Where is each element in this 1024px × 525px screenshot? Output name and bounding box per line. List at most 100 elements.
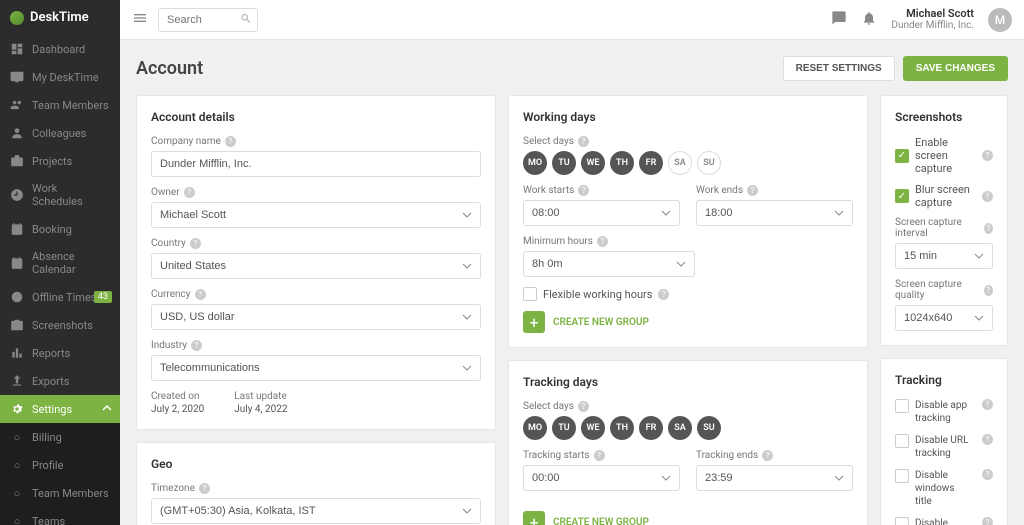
tracking-option-checkbox[interactable]	[895, 469, 909, 483]
help-icon[interactable]: ?	[982, 399, 993, 410]
enable-capture-checkbox[interactable]	[895, 149, 909, 163]
help-icon[interactable]: ?	[578, 136, 589, 147]
create-group-label[interactable]: CREATE NEW GROUP	[553, 517, 649, 525]
avatar[interactable]: M	[988, 8, 1012, 32]
sidebar-sub-profile[interactable]: ○Profile	[0, 451, 120, 479]
day-pill-sa[interactable]: SA	[668, 151, 692, 175]
chat-icon[interactable]	[831, 10, 847, 29]
hamburger-icon[interactable]	[132, 10, 148, 29]
help-icon[interactable]: ?	[578, 185, 589, 196]
sidebar-item-screenshots[interactable]: Screenshots	[0, 311, 120, 339]
owner-select[interactable]: Michael Scott	[151, 202, 481, 228]
day-pill-su[interactable]: SU	[697, 416, 721, 440]
card-title: Account details	[151, 110, 481, 124]
sidebar-item-workschedules[interactable]: Work Schedules	[0, 175, 120, 215]
help-icon[interactable]: ?	[982, 434, 993, 445]
work-ends-select[interactable]: 18:00	[696, 200, 853, 226]
min-hours-select[interactable]: 8h 0m	[523, 251, 695, 277]
day-pill-sa[interactable]: SA	[668, 416, 692, 440]
quality-select[interactable]: 1024x640	[895, 305, 993, 331]
search-icon[interactable]	[240, 12, 252, 27]
day-pill-su[interactable]: SU	[697, 151, 721, 175]
card-title: Screenshots	[895, 110, 993, 124]
help-icon[interactable]: ?	[982, 469, 993, 480]
help-icon[interactable]: ?	[594, 450, 605, 461]
flexible-checkbox[interactable]	[523, 287, 537, 301]
card-title: Working days	[523, 110, 853, 124]
sidebar-sub-billing[interactable]: ○Billing	[0, 423, 120, 451]
help-icon[interactable]: ?	[184, 187, 195, 198]
company-input[interactable]	[151, 151, 481, 177]
offline-icon	[10, 290, 24, 304]
day-pill-we[interactable]: WE	[581, 416, 605, 440]
sidebar-item-offline[interactable]: Offline Times43	[0, 283, 120, 311]
day-pill-mo[interactable]: MO	[523, 151, 547, 175]
tracking-option-checkbox[interactable]	[895, 434, 909, 448]
save-button[interactable]: SAVE CHANGES	[903, 56, 1008, 81]
help-icon[interactable]: ?	[195, 289, 206, 300]
sidebar-item-settings[interactable]: Settings	[0, 395, 120, 423]
tracking-option-checkbox[interactable]	[895, 517, 909, 525]
card-title: Tracking	[895, 373, 993, 387]
sidebar-item-mydesktime[interactable]: My DeskTime	[0, 63, 120, 91]
sidebar-item-colleagues[interactable]: Colleagues	[0, 119, 120, 147]
page-title: Account	[136, 58, 203, 79]
timezone-select[interactable]: (GMT+05:30) Asia, Kolkata, IST	[151, 498, 481, 524]
help-icon[interactable]: ?	[982, 191, 993, 202]
add-group-button[interactable]: +	[523, 311, 545, 333]
sidebar-sub-teams[interactable]: ○Teams	[0, 507, 120, 525]
day-pill-we[interactable]: WE	[581, 151, 605, 175]
help-icon[interactable]: ?	[984, 223, 993, 234]
day-pill-tu[interactable]: TU	[552, 151, 576, 175]
sidebar-item-dashboard[interactable]: Dashboard	[0, 35, 120, 63]
sidebar-item-reports[interactable]: Reports	[0, 339, 120, 367]
currency-select[interactable]: USD, US dollar	[151, 304, 481, 330]
account-details-card: Account details Company name? Owner?Mich…	[136, 95, 496, 430]
tracking-starts-select[interactable]: 00:00	[523, 465, 680, 491]
help-icon[interactable]: ?	[199, 483, 210, 494]
help-icon[interactable]: ?	[747, 185, 758, 196]
reset-button[interactable]: RESET SETTINGS	[783, 56, 895, 81]
clock-icon	[10, 188, 24, 202]
help-icon[interactable]: ?	[225, 136, 236, 147]
help-icon[interactable]: ?	[597, 236, 608, 247]
day-pill-fr[interactable]: FR	[639, 416, 663, 440]
user-info[interactable]: Michael Scott Dunder Mifflin, Inc.	[891, 7, 974, 32]
last-update-value: July 4, 2022	[234, 404, 287, 415]
work-starts-select[interactable]: 08:00	[523, 200, 680, 226]
help-icon[interactable]: ?	[658, 289, 669, 300]
sidebar-item-booking[interactable]: Booking	[0, 215, 120, 243]
day-pill-th[interactable]: TH	[610, 416, 634, 440]
help-icon[interactable]: ?	[578, 401, 589, 412]
circle-icon: ○	[10, 458, 24, 472]
day-pill-th[interactable]: TH	[610, 151, 634, 175]
interval-select[interactable]: 15 min	[895, 243, 993, 269]
tracking-card: Tracking Disable app tracking?Disable UR…	[880, 358, 1008, 525]
help-icon[interactable]: ?	[191, 340, 202, 351]
tracking-ends-select[interactable]: 23:59	[696, 465, 853, 491]
sidebar-item-exports[interactable]: Exports	[0, 367, 120, 395]
logo[interactable]: DeskTime	[0, 0, 120, 35]
industry-select[interactable]: Telecommunications	[151, 355, 481, 381]
sidebar-item-projects[interactable]: Projects	[0, 147, 120, 175]
sidebar-sub-teammembers[interactable]: ○Team Members	[0, 479, 120, 507]
day-pill-tu[interactable]: TU	[552, 416, 576, 440]
help-icon[interactable]: ?	[984, 285, 993, 296]
search-container	[158, 8, 258, 32]
blur-capture-checkbox[interactable]	[895, 189, 909, 203]
help-icon[interactable]: ?	[982, 517, 993, 525]
help-icon[interactable]: ?	[982, 150, 993, 161]
day-pill-mo[interactable]: MO	[523, 416, 547, 440]
day-pill-fr[interactable]: FR	[639, 151, 663, 175]
country-select[interactable]: United States	[151, 253, 481, 279]
help-icon[interactable]: ?	[190, 238, 201, 249]
add-group-button[interactable]: +	[523, 511, 545, 525]
sidebar-item-absence[interactable]: Absence Calendar	[0, 243, 120, 283]
sidebar-item-teammembers[interactable]: Team Members	[0, 91, 120, 119]
tracking-option-checkbox[interactable]	[895, 399, 909, 413]
create-group-label[interactable]: CREATE NEW GROUP	[553, 317, 649, 328]
help-icon[interactable]: ?	[762, 450, 773, 461]
circle-icon: ○	[10, 514, 24, 525]
brand-text: DeskTime	[30, 10, 89, 25]
bell-icon[interactable]	[861, 10, 877, 29]
